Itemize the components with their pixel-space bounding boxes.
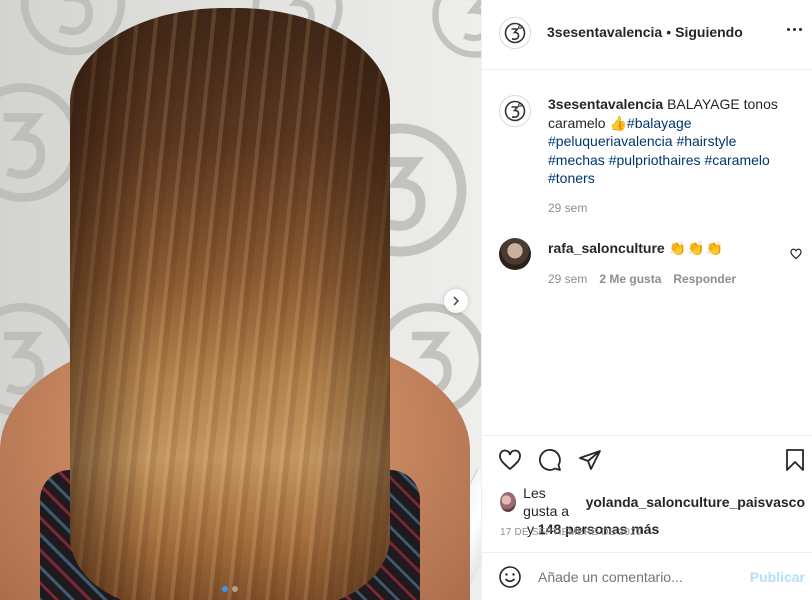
thumbs-up-emoji: 👍	[609, 114, 627, 131]
action-icons	[498, 448, 602, 472]
comment-likes-count[interactable]: 2 Me gusta	[599, 272, 661, 286]
comment-meta: 29 sem 2 Me gusta Responder	[548, 272, 748, 286]
publish-button[interactable]: Publicar	[750, 569, 805, 585]
caption-avatar[interactable]	[499, 95, 531, 127]
carousel-next-button[interactable]	[444, 289, 468, 313]
3sesenta-logo-icon	[504, 100, 526, 122]
post-header: 3sesentavalencia • Siguiendo	[482, 0, 812, 70]
bookmark-icon	[786, 449, 804, 471]
hashtag[interactable]: #balayage	[627, 115, 692, 131]
comment-bubble-icon[interactable]	[538, 448, 562, 472]
post-date[interactable]: 17 DE SEPTIEMBRE DE 2020	[500, 527, 642, 538]
carousel-dot	[232, 586, 238, 592]
comment-item: rafa_salonculture 👏👏👏 29 sem 2 Me gusta Res…	[499, 238, 802, 298]
more-options-icon[interactable]	[787, 28, 802, 31]
liker-avatar[interactable]	[500, 492, 517, 512]
hashtag[interactable]: #peluqueriavalencia	[548, 133, 673, 149]
account-avatar[interactable]	[499, 17, 531, 49]
watermark-logo-icon	[432, 0, 481, 58]
hashtag[interactable]: #toners	[548, 170, 595, 186]
header-username[interactable]: 3sesentavalencia	[547, 24, 662, 40]
following-button[interactable]: Siguiendo	[675, 24, 743, 40]
commenter-avatar[interactable]	[499, 238, 531, 270]
carousel-indicator	[222, 586, 238, 592]
instagram-post-view: 3sesentavalencia • Siguiendo 3sesentavalen…	[0, 0, 812, 600]
comment-text: rafa_salonculture 👏👏👏	[548, 240, 724, 257]
caption-text: 3sesentavalencia BALAYAGE tonos caramelo…	[548, 95, 788, 188]
hashtag[interactable]: #pulpriothaires	[609, 152, 701, 168]
post-sidebar: 3sesentavalencia • Siguiendo 3sesentavalen…	[481, 0, 812, 600]
like-heart-icon[interactable]	[498, 448, 522, 472]
share-send-icon[interactable]	[578, 448, 602, 472]
save-bookmark-button[interactable]	[783, 448, 807, 477]
caption-timestamp[interactable]: 29 sem	[548, 201, 587, 215]
clapping-emoji: 👏👏👏	[668, 240, 725, 256]
liker-username[interactable]: yolanda_salonculture_paisvasco	[586, 493, 805, 511]
comment-username[interactable]: rafa_salonculture	[548, 240, 665, 256]
comment-like-heart-icon[interactable]	[790, 248, 802, 260]
chevron-right-icon	[453, 296, 460, 306]
caption-username[interactable]: 3sesentavalencia	[548, 96, 663, 112]
likes-prefix: Les gusta a	[523, 485, 570, 519]
likes-row: Les gusta a yolanda_salonculture_paisvas…	[500, 484, 805, 520]
3sesenta-logo-icon	[504, 22, 526, 44]
comment-input[interactable]	[538, 569, 738, 585]
reply-button[interactable]: Responder	[673, 272, 736, 286]
carousel-dot-active	[222, 586, 228, 592]
post-photo[interactable]	[0, 0, 481, 600]
hashtag[interactable]: #mechas	[548, 152, 605, 168]
header-separator: •	[666, 24, 672, 40]
emoji-smiley-icon[interactable]	[498, 565, 522, 589]
add-comment-bar: Publicar	[482, 552, 812, 600]
hashtag[interactable]: #hairstyle	[676, 133, 736, 149]
comment-timestamp[interactable]: 29 sem	[548, 272, 587, 286]
hair-shading	[70, 8, 390, 600]
header-line: 3sesentavalencia • Siguiendo	[547, 24, 743, 40]
hashtag[interactable]: #caramelo	[704, 152, 769, 168]
